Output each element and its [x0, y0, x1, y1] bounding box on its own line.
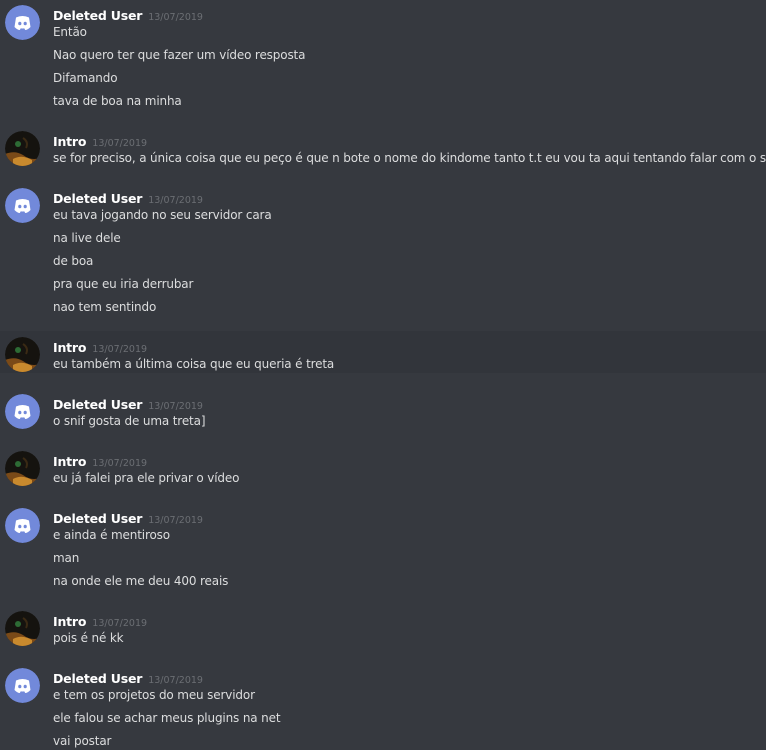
- message-text: pois é né kk: [53, 631, 124, 645]
- timestamp: 13/07/2019: [148, 12, 203, 23]
- timestamp: 13/07/2019: [148, 401, 203, 412]
- message-header: Intro 13/07/2019: [53, 611, 148, 629]
- message-text: e tem os projetos do meu servidor: [53, 688, 255, 702]
- timestamp: 13/07/2019: [148, 675, 203, 686]
- timestamp: 13/07/2019: [92, 458, 148, 469]
- discord-logo-avatar[interactable]: [5, 394, 40, 429]
- message-text: eu tava jogando no seu servidor cara: [53, 208, 272, 222]
- message-group: Deleted User 13/07/2019 e ainda é mentiro…: [0, 508, 766, 594]
- message-group: Deleted User 13/07/2019 eu tava jogando n…: [0, 188, 766, 318]
- username[interactable]: Deleted User: [53, 397, 142, 412]
- message-text: ele falou se achar meus plugins na net: [53, 711, 281, 725]
- timestamp: 13/07/2019: [148, 195, 203, 206]
- message-text: tava de boa na minha: [53, 94, 182, 108]
- username[interactable]: Deleted User: [53, 191, 142, 206]
- message-text: se for preciso, a única coisa que eu peç…: [53, 151, 766, 165]
- message-group: Intro 13/07/2019 eu já falei pra ele priv…: [0, 451, 766, 491]
- message-group: Deleted User 13/07/2019 o snif gosta de u…: [0, 394, 766, 434]
- message-group: Deleted User 13/07/2019 e tem os projetos…: [0, 668, 766, 750]
- chat-messages: Deleted User 13/07/2019 Então Nao quero t…: [0, 0, 766, 750]
- timestamp: 13/07/2019: [92, 344, 148, 355]
- message-text: o snif gosta de uma treta]: [53, 414, 206, 428]
- username[interactable]: Intro: [53, 340, 86, 355]
- username[interactable]: Deleted User: [53, 511, 142, 526]
- discord-logo-avatar[interactable]: [5, 508, 40, 543]
- timestamp: 13/07/2019: [148, 515, 203, 526]
- message-header: Deleted User 13/07/2019: [53, 5, 203, 23]
- message-header: Deleted User 13/07/2019: [53, 668, 203, 686]
- intro-avatar[interactable]: [5, 337, 40, 372]
- message-text: eu também a última coisa que eu queria é…: [53, 357, 335, 371]
- message-text: e ainda é mentiroso: [53, 528, 170, 542]
- message-header: Intro 13/07/2019: [53, 131, 148, 149]
- message-text: man: [53, 551, 80, 565]
- message-text: eu já falei pra ele privar o vídeo: [53, 471, 240, 485]
- discord-logo-avatar[interactable]: [5, 188, 40, 223]
- message-group: Deleted User 13/07/2019 Então Nao quero t…: [0, 5, 766, 115]
- username[interactable]: Deleted User: [53, 671, 142, 686]
- username[interactable]: Intro: [53, 134, 86, 149]
- message-text: na onde ele me deu 400 reais: [53, 574, 229, 588]
- message-header: Intro 13/07/2019: [53, 451, 148, 469]
- message-text: na live dele: [53, 231, 121, 245]
- message-group: Intro 13/07/2019 se for preciso, a única …: [0, 131, 766, 171]
- intro-avatar[interactable]: [5, 611, 40, 646]
- message-header: Deleted User 13/07/2019: [53, 508, 203, 526]
- message-header: Intro 13/07/2019: [53, 337, 148, 355]
- message-text: pra que eu iria derrubar: [53, 277, 194, 291]
- username[interactable]: Intro: [53, 614, 86, 629]
- message-group: Intro 13/07/2019 eu também a última coisa…: [0, 331, 766, 373]
- discord-logo-avatar[interactable]: [5, 668, 40, 703]
- message-text: nao tem sentindo: [53, 300, 157, 314]
- discord-logo-avatar[interactable]: [5, 5, 40, 40]
- username[interactable]: Intro: [53, 454, 86, 469]
- timestamp: 13/07/2019: [92, 618, 148, 629]
- message-header: Deleted User 13/07/2019: [53, 188, 203, 206]
- message-text: Então: [53, 25, 87, 39]
- message-text: vai postar: [53, 734, 112, 748]
- intro-avatar[interactable]: [5, 131, 40, 166]
- message-header: Deleted User 13/07/2019: [53, 394, 203, 412]
- message-group: Intro 13/07/2019 pois é né kk: [0, 611, 766, 651]
- username[interactable]: Deleted User: [53, 8, 142, 23]
- message-text: Difamando: [53, 71, 118, 85]
- intro-avatar[interactable]: [5, 451, 40, 486]
- timestamp: 13/07/2019: [92, 138, 148, 149]
- message-text: Nao quero ter que fazer um vídeo respost…: [53, 48, 306, 62]
- message-text: de boa: [53, 254, 94, 268]
